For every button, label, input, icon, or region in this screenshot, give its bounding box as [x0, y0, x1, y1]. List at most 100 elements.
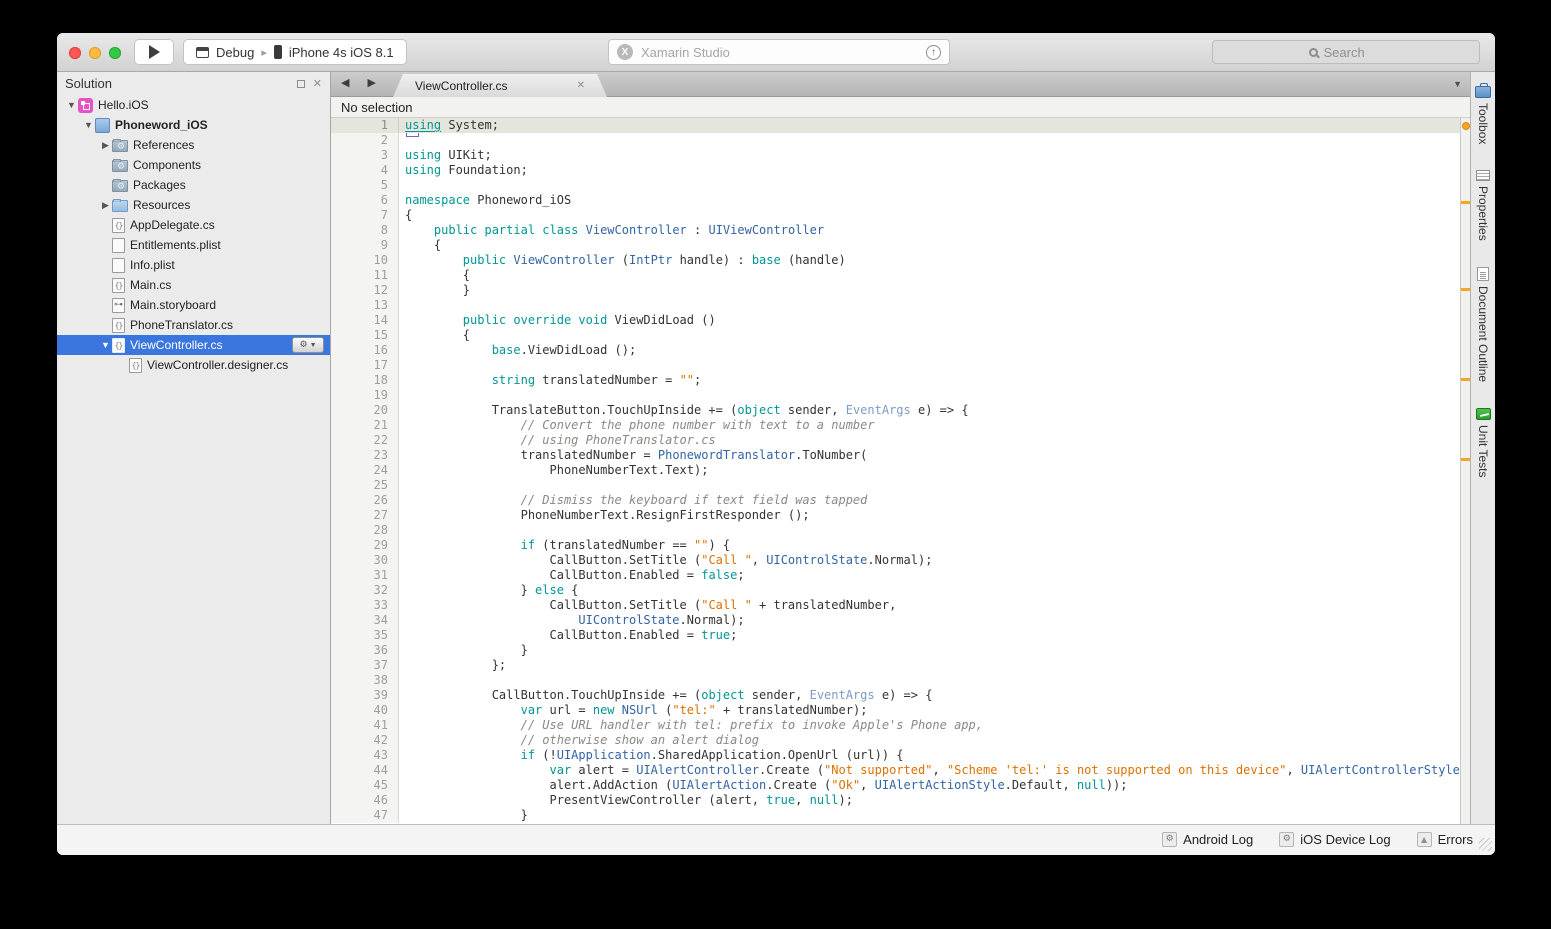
code-text[interactable]: // otherwise show an alert dialog	[399, 733, 1470, 748]
tree-item-hello-ios[interactable]: ▼Hello.iOS	[57, 95, 330, 115]
line-number[interactable]: 37	[331, 658, 399, 673]
dock-tab-properties[interactable]: Properties	[1476, 170, 1490, 241]
tab-close-icon[interactable]: ✕	[577, 80, 585, 91]
code-text[interactable]: UIControlState.Normal);	[399, 613, 1470, 628]
code-text[interactable]: }	[399, 283, 1470, 298]
line-number[interactable]: 32	[331, 583, 399, 598]
code-line[interactable]: 20 TranslateButton.TouchUpInside += (obj…	[331, 403, 1470, 418]
code-line[interactable]: 11 {	[331, 268, 1470, 283]
code-text[interactable]: // Dismiss the keyboard if text field wa…	[399, 493, 1470, 508]
code-line[interactable]: 23 translatedNumber = PhonewordTranslato…	[331, 448, 1470, 463]
code-line[interactable]: 39 CallButton.TouchUpInside += (object s…	[331, 688, 1470, 703]
line-number[interactable]: 8	[331, 223, 399, 238]
code-line[interactable]: 47 }	[331, 808, 1470, 823]
code-line[interactable]: 26 // Dismiss the keyboard if text field…	[331, 493, 1470, 508]
navigate-back-button[interactable]: ◀	[341, 76, 349, 89]
tree-item-options-button[interactable]: ⚙▼	[292, 337, 324, 353]
code-text[interactable]: CallButton.Enabled = false;	[399, 568, 1470, 583]
code-text[interactable]: {	[399, 208, 1470, 223]
tree-item-appdelegate-cs[interactable]: AppDelegate.cs	[57, 215, 330, 235]
code-line[interactable]: 3using UIKit;	[331, 148, 1470, 163]
code-text[interactable]: if (!UIApplication.SharedApplication.Ope…	[399, 748, 1470, 763]
code-text[interactable]: public partial class ViewController : UI…	[399, 223, 1470, 238]
code-line[interactable]: 25	[331, 478, 1470, 493]
configuration-label[interactable]: Debug	[216, 45, 254, 60]
disclosure-triangle-icon[interactable]: ▶	[99, 200, 112, 211]
code-text[interactable]	[399, 388, 1470, 403]
code-line[interactable]: 12 }	[331, 283, 1470, 298]
tree-item-main-cs[interactable]: Main.cs	[57, 275, 330, 295]
change-marker[interactable]	[1461, 288, 1470, 291]
line-number[interactable]: 43	[331, 748, 399, 763]
code-line[interactable]: 4using Foundation;	[331, 163, 1470, 178]
line-number[interactable]: 28	[331, 523, 399, 538]
code-line[interactable]: 17	[331, 358, 1470, 373]
code-line[interactable]: 46 PresentViewController (alert, true, n…	[331, 793, 1470, 808]
code-text[interactable]	[399, 673, 1470, 688]
change-marker[interactable]	[1462, 122, 1470, 130]
disclosure-triangle-icon[interactable]: ▼	[82, 120, 95, 130]
tree-item-phonetranslator-cs[interactable]: PhoneTranslator.cs	[57, 315, 330, 335]
code-text[interactable]: // using PhoneTranslator.cs	[399, 433, 1470, 448]
code-text[interactable]: PhoneNumberText.ResignFirstResponder ();	[399, 508, 1470, 523]
line-number[interactable]: 35	[331, 628, 399, 643]
code-line[interactable]: 15 {	[331, 328, 1470, 343]
code-line[interactable]: 9 {	[331, 238, 1470, 253]
navigate-forward-button[interactable]: ▶	[367, 76, 375, 89]
line-number[interactable]: 3	[331, 148, 399, 163]
code-text[interactable]: namespace Phoneword_iOS	[399, 193, 1470, 208]
code-line[interactable]: 22 // using PhoneTranslator.cs	[331, 433, 1470, 448]
line-number[interactable]: 25	[331, 478, 399, 493]
code-text[interactable]: {	[399, 328, 1470, 343]
code-line[interactable]: 8 public partial class ViewController : …	[331, 223, 1470, 238]
code-line[interactable]: 41 // Use URL handler with tel: prefix t…	[331, 718, 1470, 733]
code-text[interactable]: using UIKit;	[399, 148, 1470, 163]
close-panel-icon[interactable]: ✕	[313, 77, 322, 90]
search-input[interactable]	[1324, 45, 1384, 60]
code-line[interactable]: 36 }	[331, 643, 1470, 658]
line-number[interactable]: 16	[331, 343, 399, 358]
dock-tab-unit-tests[interactable]: Unit Tests	[1476, 408, 1491, 477]
tab-list-dropdown-icon[interactable]: ▼	[1453, 79, 1462, 89]
code-line[interactable]: 19	[331, 388, 1470, 403]
line-number[interactable]: 20	[331, 403, 399, 418]
code-line[interactable]: 44 var alert = UIAlertController.Create …	[331, 763, 1470, 778]
configuration-selector[interactable]: Debug ▸ iPhone 4s iOS 8.1	[183, 39, 407, 65]
line-number[interactable]: 41	[331, 718, 399, 733]
code-text[interactable]	[399, 133, 1470, 148]
line-number[interactable]: 39	[331, 688, 399, 703]
code-line[interactable]: 32 } else {	[331, 583, 1470, 598]
code-line[interactable]: 10 public ViewController (IntPtr handle)…	[331, 253, 1470, 268]
overview-ruler[interactable]	[1460, 118, 1470, 824]
code-text[interactable]	[399, 523, 1470, 538]
errors-button[interactable]: ▲Errors	[1417, 832, 1473, 847]
code-text[interactable]: if (translatedNumber == "") {	[399, 538, 1470, 553]
line-number[interactable]: 11	[331, 268, 399, 283]
line-number[interactable]: 21	[331, 418, 399, 433]
line-number[interactable]: 31	[331, 568, 399, 583]
code-text[interactable]: {	[399, 268, 1470, 283]
close-window-button[interactable]	[69, 47, 81, 59]
line-number[interactable]: 46	[331, 793, 399, 808]
code-line[interactable]: 29 if (translatedNumber == "") {	[331, 538, 1470, 553]
code-line[interactable]: 30 CallButton.SetTitle ("Call ", UIContr…	[331, 553, 1470, 568]
line-number[interactable]: 40	[331, 703, 399, 718]
tree-item-viewcontroller-designer-cs[interactable]: ViewController.designer.cs	[57, 355, 330, 375]
code-line[interactable]: 21 // Convert the phone number with text…	[331, 418, 1470, 433]
line-number[interactable]: 13	[331, 298, 399, 313]
run-button[interactable]	[134, 39, 174, 65]
code-text[interactable]: var alert = UIAlertController.Create ("N…	[399, 763, 1470, 778]
line-number[interactable]: 1	[331, 118, 399, 133]
line-number[interactable]: 23	[331, 448, 399, 463]
line-number[interactable]: 47	[331, 808, 399, 823]
tree-item-references[interactable]: ▶References	[57, 135, 330, 155]
tree-item-entitlements-plist[interactable]: Entitlements.plist	[57, 235, 330, 255]
code-line[interactable]: 28	[331, 523, 1470, 538]
dock-tab-document-outline[interactable]: Document Outline	[1476, 267, 1490, 382]
code-line[interactable]: 2	[331, 133, 1470, 148]
line-number[interactable]: 29	[331, 538, 399, 553]
code-line[interactable]: 14 public override void ViewDidLoad ()	[331, 313, 1470, 328]
code-line[interactable]: 42 // otherwise show an alert dialog	[331, 733, 1470, 748]
line-number[interactable]: 15	[331, 328, 399, 343]
change-marker[interactable]	[1461, 201, 1470, 204]
